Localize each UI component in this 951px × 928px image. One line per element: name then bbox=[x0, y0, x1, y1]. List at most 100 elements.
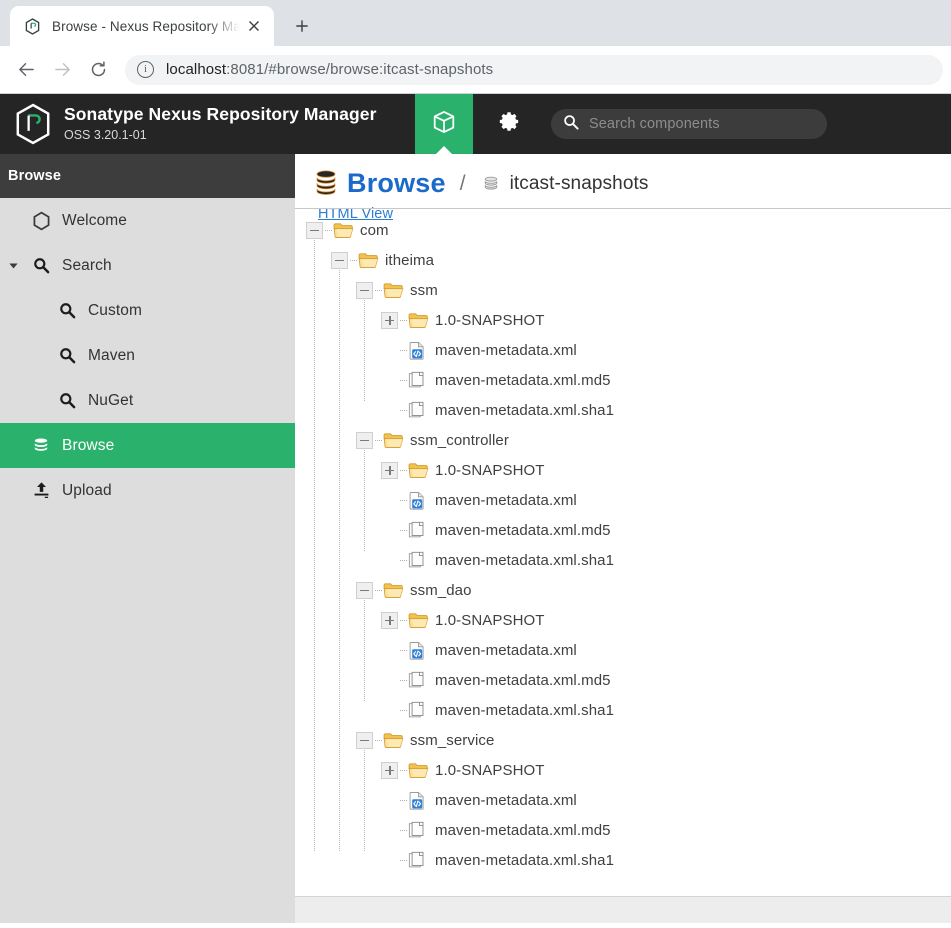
file-icon bbox=[407, 521, 429, 539]
tree-connector bbox=[400, 349, 407, 351]
tree-row[interactable]: 1.0-SNAPSHOT bbox=[295, 755, 951, 785]
sidebar-item-upload[interactable]: Upload bbox=[0, 468, 295, 513]
tree-collapse-icon[interactable] bbox=[356, 281, 373, 299]
tree-node-label: maven-metadata.xml.sha1 bbox=[435, 401, 615, 419]
tree-node-label: maven-metadata.xml.md5 bbox=[435, 821, 611, 839]
tree-connector bbox=[400, 499, 407, 501]
tree-collapse-icon[interactable] bbox=[356, 581, 373, 599]
main-header: Browse / itcast-snapshots HTML View bbox=[295, 154, 951, 222]
tree-connector bbox=[400, 319, 407, 321]
folder-icon bbox=[407, 311, 429, 329]
folder-icon bbox=[407, 761, 429, 779]
app-body: Browse Welcome Search Custom Maven NuGet… bbox=[0, 154, 951, 923]
sidebar-item-label: Welcome bbox=[62, 211, 128, 229]
tab-admin[interactable] bbox=[473, 94, 545, 154]
browser-tabstrip: Browse - Nexus Repository Ma bbox=[0, 0, 951, 46]
tree-connector bbox=[400, 619, 407, 621]
tree-connector bbox=[325, 229, 332, 231]
tree-row[interactable]: maven-metadata.xml.sha1 bbox=[295, 395, 951, 425]
tree-row[interactable]: maven-metadata.xml.sha1 bbox=[295, 695, 951, 725]
tree-row[interactable]: maven-metadata.xml bbox=[295, 335, 951, 365]
tree-collapse-icon[interactable] bbox=[356, 431, 373, 449]
forward-arrow-icon[interactable] bbox=[44, 52, 80, 88]
sidebar-item-custom[interactable]: Custom bbox=[0, 288, 295, 333]
cube-icon bbox=[431, 109, 457, 140]
sidebar: Browse Welcome Search Custom Maven NuGet… bbox=[0, 154, 295, 923]
tree-row[interactable]: ssm_controller bbox=[295, 425, 951, 455]
tree-node-label: itheima bbox=[385, 251, 435, 269]
tree-row[interactable]: maven-metadata.xml bbox=[295, 785, 951, 815]
browser-tab[interactable]: Browse - Nexus Repository Ma bbox=[10, 6, 274, 46]
tree-expand-icon[interactable] bbox=[381, 611, 398, 629]
nexus-hex-logo-icon bbox=[14, 103, 52, 145]
main-content: Browse / itcast-snapshots HTML View com … bbox=[295, 154, 951, 923]
tree-connector bbox=[375, 739, 382, 741]
search-icon bbox=[563, 114, 579, 135]
tree-connector bbox=[350, 259, 357, 261]
repository-tree: com itheima ssm 1.0-SNAPSHOT maven-metadata.… bbox=[295, 209, 951, 896]
tree-row[interactable]: 1.0-SNAPSHOT bbox=[295, 455, 951, 485]
tree-node-label: maven-metadata.xml bbox=[435, 791, 577, 809]
tree-row[interactable]: maven-metadata.xml.md5 bbox=[295, 515, 951, 545]
sidebar-item-label: Search bbox=[62, 256, 112, 274]
tree-row[interactable]: ssm_dao bbox=[295, 575, 951, 605]
tree-connector bbox=[375, 589, 382, 591]
sidebar-item-maven[interactable]: Maven bbox=[0, 333, 295, 378]
folder-icon bbox=[382, 581, 404, 599]
tree-row[interactable]: maven-metadata.xml.md5 bbox=[295, 365, 951, 395]
sidebar-header-title: Browse bbox=[8, 168, 61, 184]
tree-node-label: ssm bbox=[410, 281, 438, 299]
chevron-down-icon[interactable] bbox=[0, 260, 26, 271]
breadcrumb-root[interactable]: Browse bbox=[347, 168, 446, 199]
address-bar[interactable]: i localhost:8081/#browse/browse:itcast-s… bbox=[125, 54, 943, 85]
tree-row[interactable]: maven-metadata.xml.md5 bbox=[295, 815, 951, 845]
tree-expand-icon[interactable] bbox=[381, 311, 398, 329]
app-title: Sonatype Nexus Repository Manager bbox=[64, 104, 377, 125]
folder-icon bbox=[357, 251, 379, 269]
tree-connector bbox=[400, 379, 407, 381]
tree-row[interactable]: maven-metadata.xml bbox=[295, 635, 951, 665]
tree-node-label: maven-metadata.xml.sha1 bbox=[435, 851, 615, 869]
tree-connector bbox=[400, 769, 407, 771]
tree-node-label: maven-metadata.xml bbox=[435, 641, 577, 659]
close-icon[interactable] bbox=[242, 14, 266, 38]
xml-file-icon bbox=[407, 341, 429, 360]
sidebar-item-label: Custom bbox=[88, 301, 143, 319]
search-icon bbox=[52, 302, 82, 319]
search-input[interactable] bbox=[589, 116, 815, 132]
sidebar-item-welcome[interactable]: Welcome bbox=[0, 198, 295, 243]
tree-row[interactable]: ssm_service bbox=[295, 725, 951, 755]
tree-row[interactable]: 1.0-SNAPSHOT bbox=[295, 305, 951, 335]
sidebar-item-browse[interactable]: Browse bbox=[0, 423, 295, 468]
breadcrumb-separator: / bbox=[459, 171, 466, 195]
tab-browse[interactable] bbox=[415, 94, 473, 154]
tree-node-label: 1.0-SNAPSHOT bbox=[435, 761, 545, 779]
tree-node-label: ssm_service bbox=[410, 731, 495, 749]
tree-connector bbox=[375, 289, 382, 291]
tree-row[interactable]: itheima bbox=[295, 245, 951, 275]
sidebar-item-label: Maven bbox=[88, 346, 136, 364]
tree-node-label: 1.0-SNAPSHOT bbox=[435, 311, 545, 329]
tree-connector bbox=[400, 859, 407, 861]
header-search[interactable] bbox=[551, 109, 827, 139]
info-circle-icon[interactable]: i bbox=[137, 61, 154, 78]
sidebar-item-nuget[interactable]: NuGet bbox=[0, 378, 295, 423]
tree-row[interactable]: maven-metadata.xml.sha1 bbox=[295, 545, 951, 575]
tree-row[interactable]: com bbox=[295, 215, 951, 245]
tree-expand-icon[interactable] bbox=[381, 461, 398, 479]
tree-row[interactable]: maven-metadata.xml bbox=[295, 485, 951, 515]
tree-row[interactable]: maven-metadata.xml.md5 bbox=[295, 665, 951, 695]
tree-row[interactable]: 1.0-SNAPSHOT bbox=[295, 605, 951, 635]
tree-row[interactable]: maven-metadata.xml.sha1 bbox=[295, 845, 951, 875]
sidebar-item-search[interactable]: Search bbox=[0, 243, 295, 288]
tree-connector bbox=[400, 799, 407, 801]
tree-collapse-icon[interactable] bbox=[331, 251, 348, 269]
tree-row[interactable]: ssm bbox=[295, 275, 951, 305]
new-tab-button[interactable] bbox=[285, 9, 319, 43]
tree-collapse-icon[interactable] bbox=[306, 221, 323, 239]
reload-icon[interactable] bbox=[80, 52, 116, 88]
back-arrow-icon[interactable] bbox=[8, 52, 44, 88]
url-host: localhost bbox=[166, 61, 227, 78]
tree-expand-icon[interactable] bbox=[381, 761, 398, 779]
tree-collapse-icon[interactable] bbox=[356, 731, 373, 749]
